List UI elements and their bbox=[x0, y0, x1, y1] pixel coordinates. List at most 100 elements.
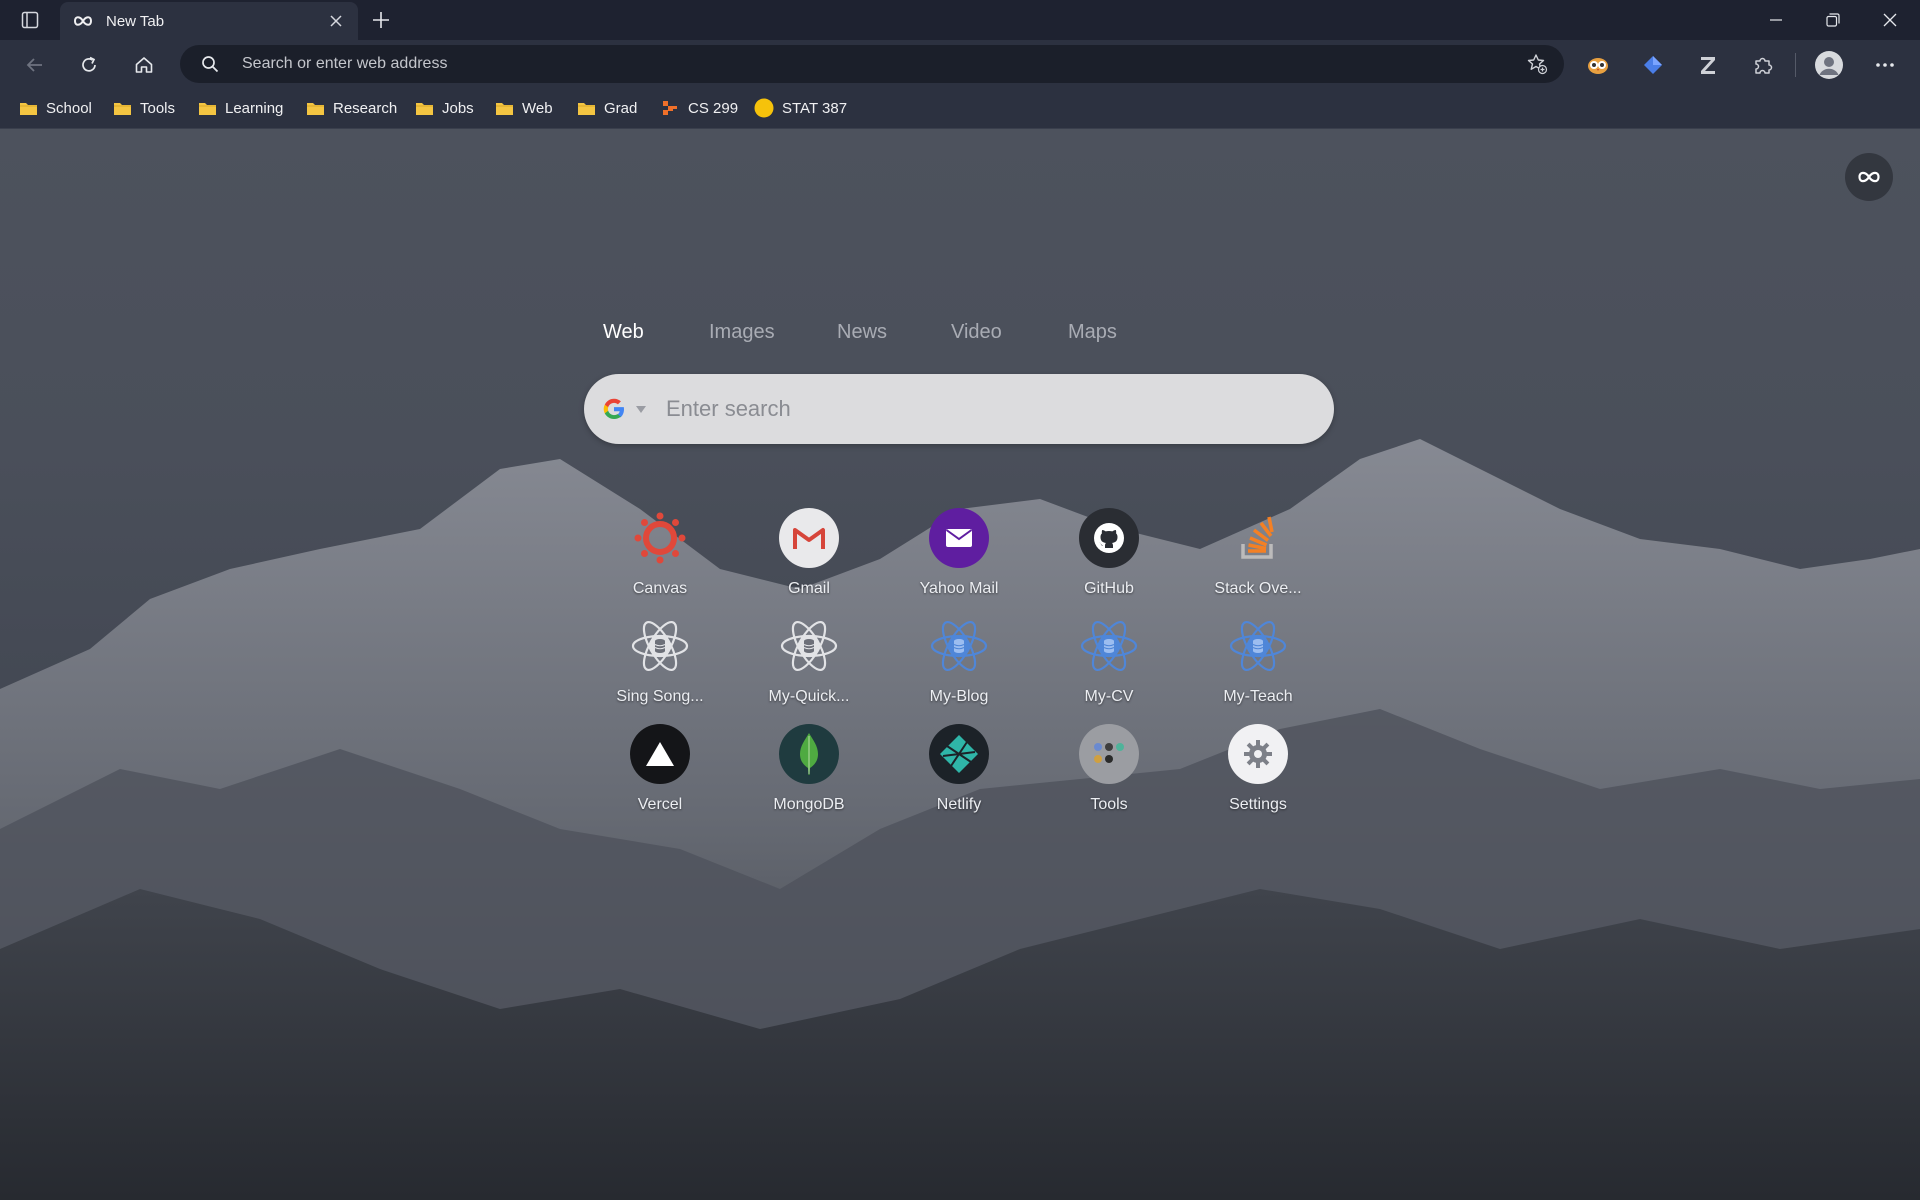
speed-dial-label: Settings bbox=[1229, 796, 1287, 813]
bookmark-grad[interactable]: Grad bbox=[576, 96, 637, 120]
speed-dial-label: My-Blog bbox=[929, 688, 989, 705]
search-tab-maps[interactable]: Maps bbox=[1068, 321, 1117, 344]
bookmark-school[interactable]: School bbox=[18, 96, 92, 120]
extension-zotero-button[interactable] bbox=[1693, 50, 1723, 80]
speed-dial-stack-overflow[interactable]: Stack Ove... bbox=[1203, 508, 1313, 608]
bookmark-label: CS 299 bbox=[688, 99, 739, 117]
database-globe-icon bbox=[630, 616, 690, 676]
bookmark-label: Learning bbox=[225, 99, 284, 117]
new-tab-button[interactable] bbox=[368, 7, 394, 33]
folder-icon bbox=[18, 99, 38, 117]
extension-owl-button[interactable] bbox=[1583, 50, 1613, 80]
graduation-cap-icon bbox=[1644, 56, 1662, 74]
speed-dial-github[interactable]: GitHub bbox=[1054, 508, 1164, 608]
home-button[interactable] bbox=[129, 50, 159, 80]
database-globe-icon bbox=[779, 616, 839, 676]
star-add-icon bbox=[1527, 54, 1548, 75]
search-tab-video[interactable]: Video bbox=[951, 321, 1002, 344]
bookmark-label: Research bbox=[333, 99, 398, 117]
search-tab-images[interactable]: Images bbox=[709, 321, 775, 344]
speed-dial-canvas[interactable]: Canvas bbox=[605, 508, 715, 608]
infinity-icon bbox=[72, 10, 94, 32]
settings-icon bbox=[1228, 724, 1288, 784]
database-globe-icon bbox=[929, 616, 989, 676]
yellow-circle-icon bbox=[754, 98, 774, 118]
home-icon bbox=[135, 57, 153, 73]
folder-icon bbox=[414, 99, 434, 117]
search-input[interactable] bbox=[664, 395, 1334, 423]
speed-dial-tools[interactable]: Tools bbox=[1054, 724, 1164, 824]
add-favorite-button[interactable] bbox=[1524, 51, 1550, 77]
bookmark-learning[interactable]: Learning bbox=[197, 96, 283, 120]
github-icon bbox=[1079, 508, 1139, 568]
owl-icon bbox=[1588, 58, 1608, 74]
speed-dial-mongodb[interactable]: MongoDB bbox=[754, 724, 864, 824]
yahoo-mail-icon bbox=[929, 508, 989, 568]
tab-new-tab[interactable]: New Tab bbox=[60, 2, 358, 40]
speed-dial-gmail[interactable]: Gmail bbox=[754, 508, 864, 608]
restore-button[interactable] bbox=[1805, 0, 1861, 40]
bookmark-label: School bbox=[46, 99, 92, 117]
bookmark-stat-387[interactable]: STAT 387 bbox=[754, 96, 847, 120]
search-tab-news[interactable]: News bbox=[837, 321, 887, 344]
google-logo-icon[interactable] bbox=[600, 395, 628, 423]
speed-dial-netlify[interactable]: Netlify bbox=[904, 724, 1014, 824]
plus-icon bbox=[373, 12, 389, 28]
back-button[interactable] bbox=[20, 50, 50, 80]
minimize-button[interactable] bbox=[1748, 0, 1804, 40]
folder-icon bbox=[305, 99, 325, 117]
new-tab-page: Web Images News Video Maps Canvas Gmail … bbox=[0, 129, 1920, 1200]
database-globe-icon bbox=[1228, 616, 1288, 676]
profile-button[interactable] bbox=[1812, 48, 1846, 82]
speed-dial-label: Netlify bbox=[936, 796, 982, 813]
speed-dial-vercel[interactable]: Vercel bbox=[605, 724, 715, 824]
minimize-icon bbox=[1770, 19, 1782, 21]
speed-dial-label: My-CV bbox=[1084, 688, 1134, 705]
bookmark-research[interactable]: Research bbox=[305, 96, 397, 120]
speed-dial-my-cv[interactable]: My-CV bbox=[1054, 616, 1164, 716]
mongodb-icon bbox=[779, 724, 839, 784]
puzzle-icon bbox=[1755, 57, 1773, 74]
bookmark-jobs[interactable]: Jobs bbox=[414, 96, 474, 120]
address-bar[interactable]: Search or enter web address bbox=[180, 45, 1564, 83]
search-tab-web[interactable]: Web bbox=[603, 321, 644, 344]
restore-icon bbox=[1826, 13, 1840, 27]
address-input[interactable]: Search or enter web address bbox=[242, 55, 1524, 73]
bookmark-cs-299[interactable]: CS 299 bbox=[660, 96, 738, 120]
tab-title: New Tab bbox=[106, 12, 165, 30]
bookmark-tools[interactable]: Tools bbox=[112, 96, 175, 120]
speed-dial-my-blog[interactable]: My-Blog bbox=[904, 616, 1014, 716]
speed-dial-yahoo-mail[interactable]: Yahoo Mail bbox=[904, 508, 1014, 608]
speed-dial-label: My-Quick... bbox=[768, 688, 850, 705]
netlify-icon bbox=[929, 724, 989, 784]
toolbar: Search or enter web address bbox=[0, 40, 1920, 88]
folder-icon bbox=[494, 99, 514, 117]
refresh-icon bbox=[82, 56, 96, 72]
speed-dial-my-teach[interactable]: My-Teach bbox=[1203, 616, 1313, 716]
tools-icon bbox=[1079, 724, 1139, 784]
stack-overflow-icon bbox=[1228, 508, 1288, 568]
tab-actions-icon bbox=[21, 11, 39, 29]
speed-dial-label: Sing Song... bbox=[616, 688, 704, 705]
speed-dial-my-quick[interactable]: My-Quick... bbox=[754, 616, 864, 716]
tab-actions-button[interactable] bbox=[14, 8, 46, 32]
extensions-button[interactable] bbox=[1748, 50, 1778, 80]
infinity-menu-button[interactable] bbox=[1845, 153, 1893, 201]
zotero-icon bbox=[1701, 57, 1715, 74]
gitlab-style-icon bbox=[660, 99, 680, 117]
close-icon bbox=[1883, 13, 1897, 27]
speed-dial-sing-song[interactable]: Sing Song... bbox=[605, 616, 715, 716]
search-box bbox=[584, 374, 1334, 444]
bookmark-web[interactable]: Web bbox=[494, 96, 553, 120]
extension-cap-button[interactable] bbox=[1638, 50, 1668, 80]
close-tab-button[interactable] bbox=[324, 9, 348, 33]
close-window-button[interactable] bbox=[1862, 0, 1918, 40]
engine-dropdown-icon[interactable] bbox=[634, 402, 648, 416]
refresh-button[interactable] bbox=[74, 50, 104, 80]
speed-dial-settings[interactable]: Settings bbox=[1203, 724, 1313, 824]
bookmark-label: Web bbox=[522, 99, 553, 117]
speed-dial-label: Tools bbox=[1090, 796, 1128, 813]
menu-button[interactable] bbox=[1870, 50, 1900, 80]
avatar-icon bbox=[1815, 51, 1843, 79]
gmail-icon bbox=[779, 508, 839, 568]
